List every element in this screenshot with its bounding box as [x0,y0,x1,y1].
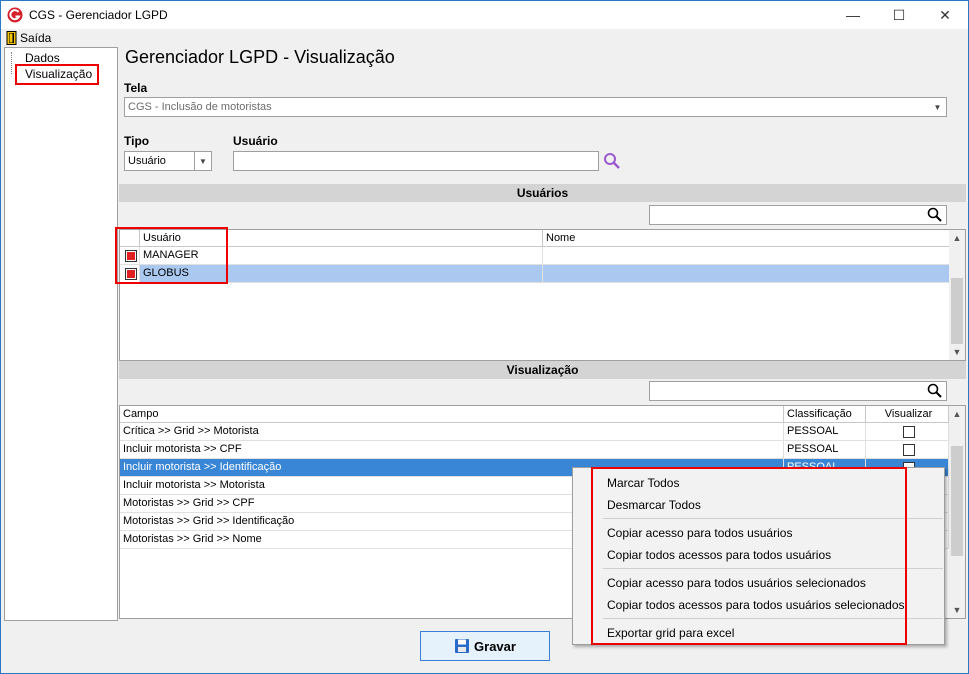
close-button[interactable]: ✕ [922,1,968,29]
title-bar: CGS - Gerenciador LGPD — ☐ ✕ [1,1,968,29]
navigation-tree: Dados Visualização [4,47,118,621]
cell-campo: Crítica >> Grid >> Motorista [120,423,784,440]
usuario-input[interactable] [233,151,599,171]
tree-item-dados[interactable]: Dados [25,51,60,65]
tela-select[interactable]: CGS - Inclusão de motoristas ▼ [124,97,947,117]
scroll-up-icon[interactable]: ▲ [949,406,965,422]
tipo-label: Tipo [124,134,150,148]
users-grid-header: Usuário Nome [120,230,951,247]
view-search-input[interactable] [649,381,947,401]
column-header-campo[interactable]: Campo [120,406,784,423]
menu-bar: Saída [1,29,968,47]
users-grid: Usuário Nome MANAGER GLOBUS ▲ ▼ [119,229,966,361]
table-row[interactable]: MANAGER [120,247,951,265]
menu-exit[interactable]: Saída [1,31,51,45]
table-row[interactable]: Incluir motorista >> CPF PESSOAL [120,441,949,459]
save-button[interactable]: Gravar [420,631,550,661]
scroll-down-icon[interactable]: ▼ [949,344,965,360]
cell-visualizar [866,441,949,458]
scroll-thumb[interactable] [951,446,963,556]
scroll-down-icon[interactable]: ▼ [949,602,965,618]
cell-nome [543,265,951,282]
menu-exit-label: Saída [20,31,52,45]
tipo-value: Usuário [128,155,166,167]
cell-nome [543,247,951,264]
cell-visualizar [866,423,949,440]
table-row[interactable]: GLOBUS [120,265,951,283]
column-header-classificacao[interactable]: Classificação [784,406,866,423]
window-title: CGS - Gerenciador LGPD [29,8,168,22]
exit-door-icon [6,31,17,45]
view-grid-header: Campo Classificação Visualizar [120,406,949,423]
page-title: Gerenciador LGPD - Visualização [125,47,395,67]
table-row[interactable]: Crítica >> Grid >> Motorista PESSOAL [120,423,949,441]
tela-label: Tela [124,81,148,95]
view-grid-scrollbar[interactable]: ▲ ▼ [949,406,965,618]
cell-campo: Incluir motorista >> CPF [120,441,784,458]
chevron-down-icon[interactable]: ▼ [194,152,211,170]
save-button-label: Gravar [474,638,516,654]
column-header-nome[interactable]: Nome [543,230,951,247]
column-header-visualizar[interactable]: Visualizar [866,406,949,423]
highlight-box-context-menu [591,467,907,645]
usuario-label: Usuário [233,134,278,148]
chevron-down-icon[interactable]: ▼ [929,98,946,116]
visualizar-checkbox[interactable] [902,425,915,438]
tipo-select[interactable]: Usuário ▼ [124,151,212,171]
cell-classificacao: PESSOAL [784,423,866,440]
highlight-box-tree [15,64,99,85]
minimize-button[interactable]: — [830,1,876,29]
users-search-input[interactable] [649,205,947,225]
floppy-disk-icon [455,639,470,653]
visualizar-checkbox[interactable] [902,443,915,456]
view-section-header: Visualização [119,361,966,379]
tela-value: CGS - Inclusão de motoristas [128,101,272,113]
app-window: CGS - Gerenciador LGPD — ☐ ✕ Saída Dados… [0,0,969,674]
search-icon[interactable] [927,383,943,399]
search-icon[interactable] [927,207,943,223]
search-icon[interactable] [603,152,621,170]
app-logo-icon [7,7,23,23]
users-section-header: Usuários [119,184,966,202]
scroll-up-icon[interactable]: ▲ [949,230,965,246]
cell-classificacao: PESSOAL [784,441,866,458]
users-grid-scrollbar[interactable]: ▲ ▼ [949,230,965,360]
highlight-box-users [115,227,228,284]
maximize-button[interactable]: ☐ [876,1,922,29]
scroll-thumb[interactable] [951,278,963,344]
